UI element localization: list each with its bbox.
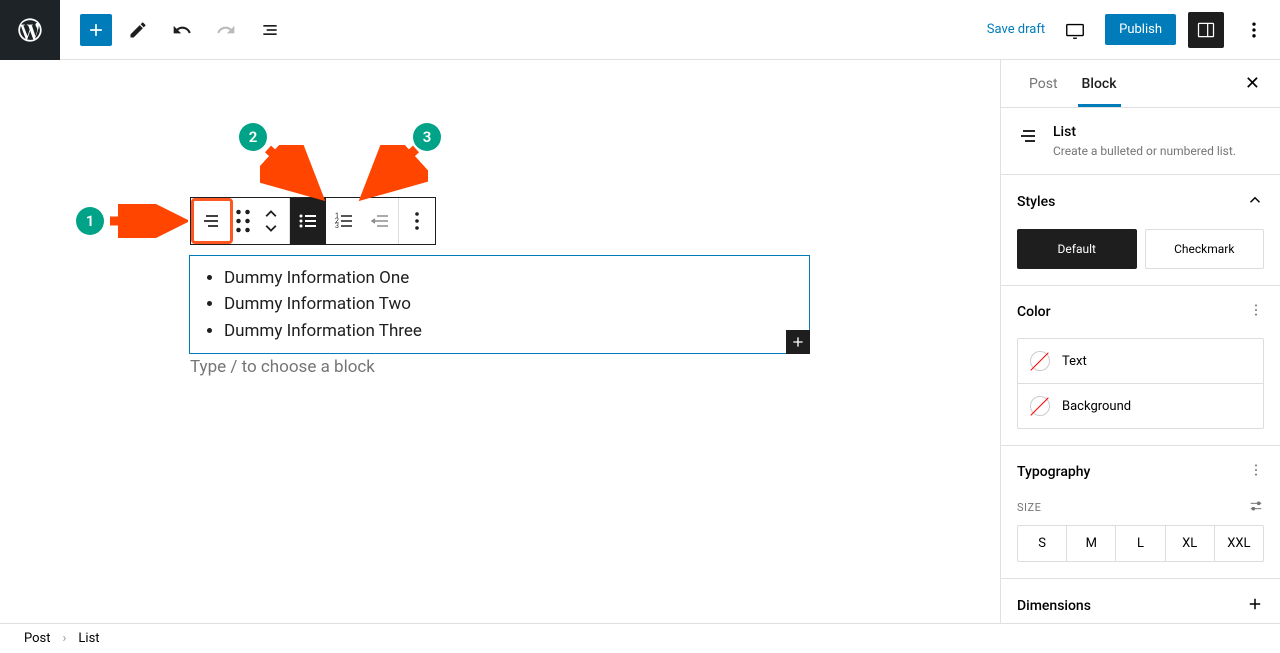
block-toolbar: 123 bbox=[190, 197, 436, 245]
redo-icon bbox=[208, 12, 244, 48]
settings-slider-icon[interactable] bbox=[1248, 498, 1264, 517]
size-m-button[interactable]: M bbox=[1067, 526, 1116, 561]
add-block-button[interactable] bbox=[80, 14, 112, 46]
dimensions-panel: Dimensions bbox=[1001, 579, 1280, 623]
block-more-options-icon[interactable] bbox=[399, 198, 435, 244]
block-card-title: List bbox=[1053, 124, 1236, 140]
outdent-button[interactable] bbox=[362, 198, 398, 244]
typography-panel: Typography SIZE S M L XL XXL bbox=[1001, 446, 1280, 579]
tab-block[interactable]: Block bbox=[1070, 62, 1129, 106]
editor-canvas: 1 2 3 bbox=[0, 60, 1000, 623]
breadcrumb-post[interactable]: Post bbox=[24, 631, 51, 646]
color-panel-header[interactable]: Color bbox=[1001, 286, 1280, 338]
preview-button[interactable] bbox=[1057, 12, 1093, 48]
list-block[interactable]: Dummy Information One Dummy Information … bbox=[189, 255, 810, 354]
header-right: Save draft Publish bbox=[987, 12, 1280, 48]
list-item[interactable]: Dummy Information One bbox=[224, 265, 793, 291]
undo-icon[interactable] bbox=[164, 12, 200, 48]
transform-block-button[interactable] bbox=[191, 198, 233, 244]
list-icon bbox=[1017, 124, 1041, 148]
header-tools bbox=[120, 12, 288, 48]
annotation-arrow-2 bbox=[260, 145, 330, 201]
more-options-icon[interactable] bbox=[1236, 12, 1272, 48]
sidebar-tabs: Post Block ✕ bbox=[1001, 60, 1280, 108]
close-sidebar-icon[interactable]: ✕ bbox=[1241, 69, 1264, 98]
color-more-icon[interactable] bbox=[1248, 302, 1264, 322]
block-placeholder[interactable]: Type / to choose a block bbox=[190, 357, 375, 377]
chevron-right-icon: › bbox=[63, 631, 67, 646]
unordered-list-button[interactable] bbox=[290, 198, 326, 244]
breadcrumb: Post › List bbox=[0, 623, 1280, 653]
drag-handle-icon[interactable] bbox=[233, 198, 253, 244]
edit-icon[interactable] bbox=[120, 12, 156, 48]
settings-sidebar: Post Block ✕ List Create a bulleted or n… bbox=[1000, 60, 1280, 623]
settings-toggle-button[interactable] bbox=[1188, 12, 1224, 48]
annotation-arrow-3 bbox=[358, 145, 428, 201]
wordpress-logo[interactable] bbox=[0, 0, 60, 60]
editor-header: Save draft Publish bbox=[0, 0, 1280, 60]
size-xl-button[interactable]: XL bbox=[1166, 526, 1215, 561]
size-s-button[interactable]: S bbox=[1018, 526, 1067, 561]
styles-panel-header[interactable]: Styles bbox=[1001, 175, 1280, 229]
color-text-option[interactable]: Text bbox=[1018, 339, 1263, 384]
publish-button[interactable]: Publish bbox=[1105, 14, 1176, 45]
styles-panel: Styles Default Checkmark bbox=[1001, 175, 1280, 286]
style-default-button[interactable]: Default bbox=[1017, 229, 1137, 269]
typography-panel-header[interactable]: Typography bbox=[1001, 446, 1280, 498]
add-list-item-button[interactable] bbox=[786, 330, 810, 354]
move-block-button[interactable] bbox=[253, 198, 289, 244]
size-xxl-button[interactable]: XXL bbox=[1215, 526, 1263, 561]
block-card: List Create a bulleted or numbered list. bbox=[1001, 108, 1280, 175]
color-swatch-icon bbox=[1030, 351, 1050, 371]
plus-icon[interactable] bbox=[1246, 595, 1264, 617]
list-view-icon[interactable] bbox=[252, 12, 288, 48]
annotation-arrow-1 bbox=[110, 204, 188, 238]
dimensions-panel-header[interactable]: Dimensions bbox=[1001, 579, 1280, 623]
size-l-button[interactable]: L bbox=[1116, 526, 1165, 561]
breadcrumb-list[interactable]: List bbox=[78, 631, 99, 646]
svg-text:3: 3 bbox=[335, 222, 339, 230]
color-swatch-icon bbox=[1030, 396, 1050, 416]
main-content: 1 2 3 bbox=[0, 60, 1280, 623]
tab-post[interactable]: Post bbox=[1017, 62, 1070, 106]
list-item[interactable]: Dummy Information Two bbox=[224, 291, 793, 317]
color-background-option[interactable]: Background bbox=[1018, 384, 1263, 428]
color-panel: Color Text Background bbox=[1001, 286, 1280, 446]
ordered-list-button[interactable]: 123 bbox=[326, 198, 362, 244]
annotation-badge-1: 1 bbox=[76, 207, 104, 235]
save-draft-link[interactable]: Save draft bbox=[987, 22, 1045, 37]
block-card-description: Create a bulleted or numbered list. bbox=[1053, 144, 1236, 158]
typography-more-icon[interactable] bbox=[1248, 462, 1264, 482]
font-size-selector: S M L XL XXL bbox=[1017, 525, 1264, 562]
chevron-up-icon bbox=[1246, 191, 1264, 213]
style-checkmark-button[interactable]: Checkmark bbox=[1145, 229, 1265, 269]
list-item[interactable]: Dummy Information Three bbox=[224, 318, 793, 344]
